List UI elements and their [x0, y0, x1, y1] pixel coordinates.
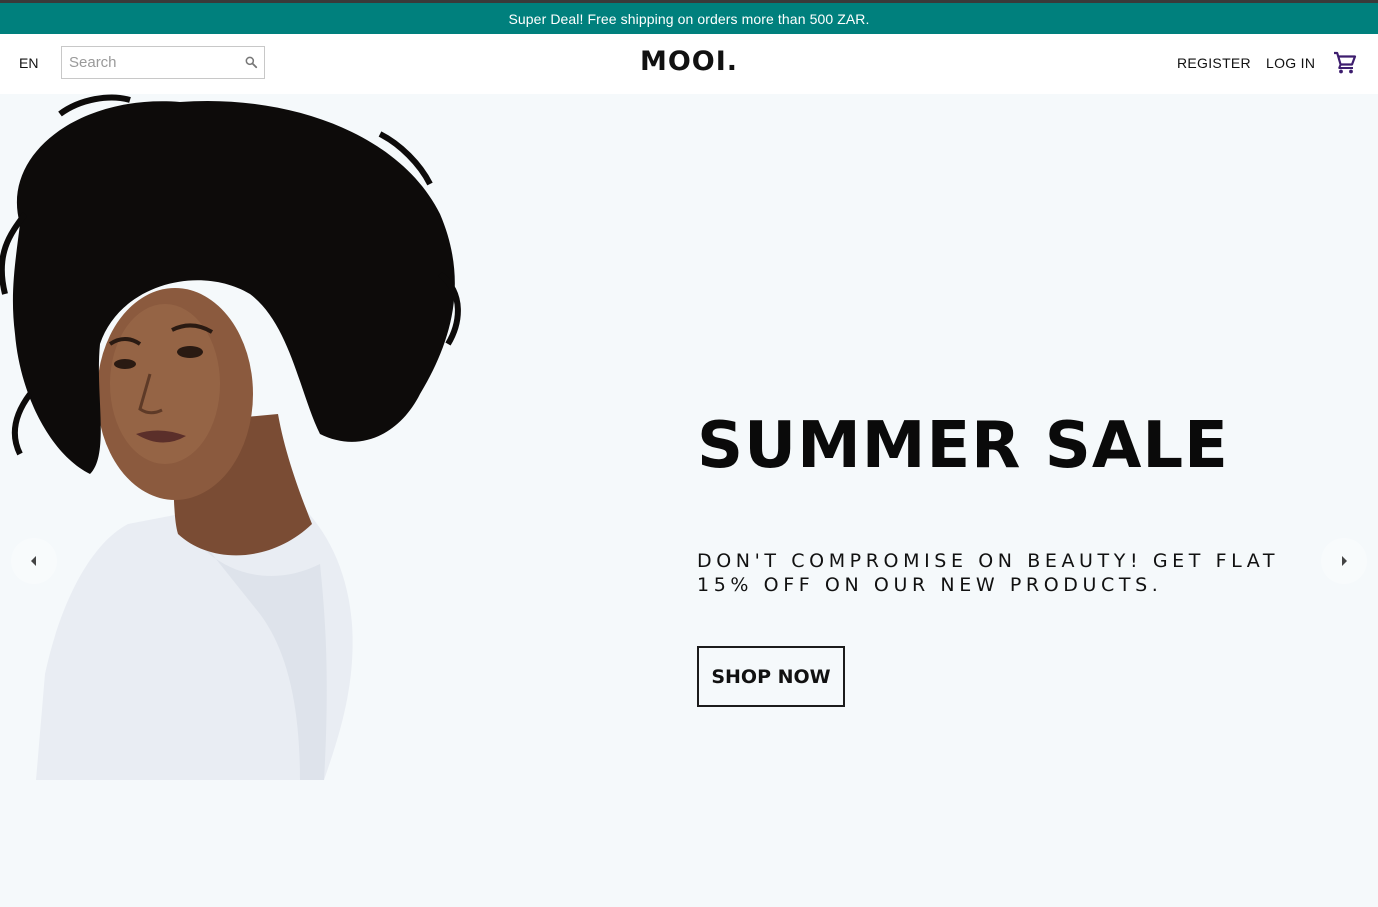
carousel-prev-button[interactable] [11, 538, 57, 584]
shop-now-button[interactable]: SHOP NOW [697, 646, 845, 707]
carousel-next-button[interactable] [1321, 538, 1367, 584]
hero-model-image [0, 94, 461, 780]
login-link[interactable]: LOG IN [1266, 55, 1315, 71]
arrow-left-icon [31, 556, 36, 566]
register-link[interactable]: REGISTER [1177, 55, 1251, 71]
header-nav: EN MOOI. REGISTER LOG IN [0, 34, 1378, 94]
arrow-right-icon [1342, 556, 1347, 566]
brand-logo[interactable]: MOOI. [0, 46, 1378, 77]
logo-text: MOOI. [639, 46, 739, 77]
hero-title: SUMMER SALE [697, 409, 1229, 483]
hero-subtitle: DON'T COMPROMISE ON BEAUTY! GET FLAT 15%… [697, 550, 1280, 596]
announcement-text: Super Deal! Free shipping on orders more… [508, 10, 870, 27]
announcement-bar: Super Deal! Free shipping on orders more… [0, 3, 1378, 34]
cart-icon[interactable] [1333, 51, 1357, 75]
hero-banner: SUMMER SALE DON'T COMPROMISE ON BEAUTY! … [0, 94, 1378, 907]
